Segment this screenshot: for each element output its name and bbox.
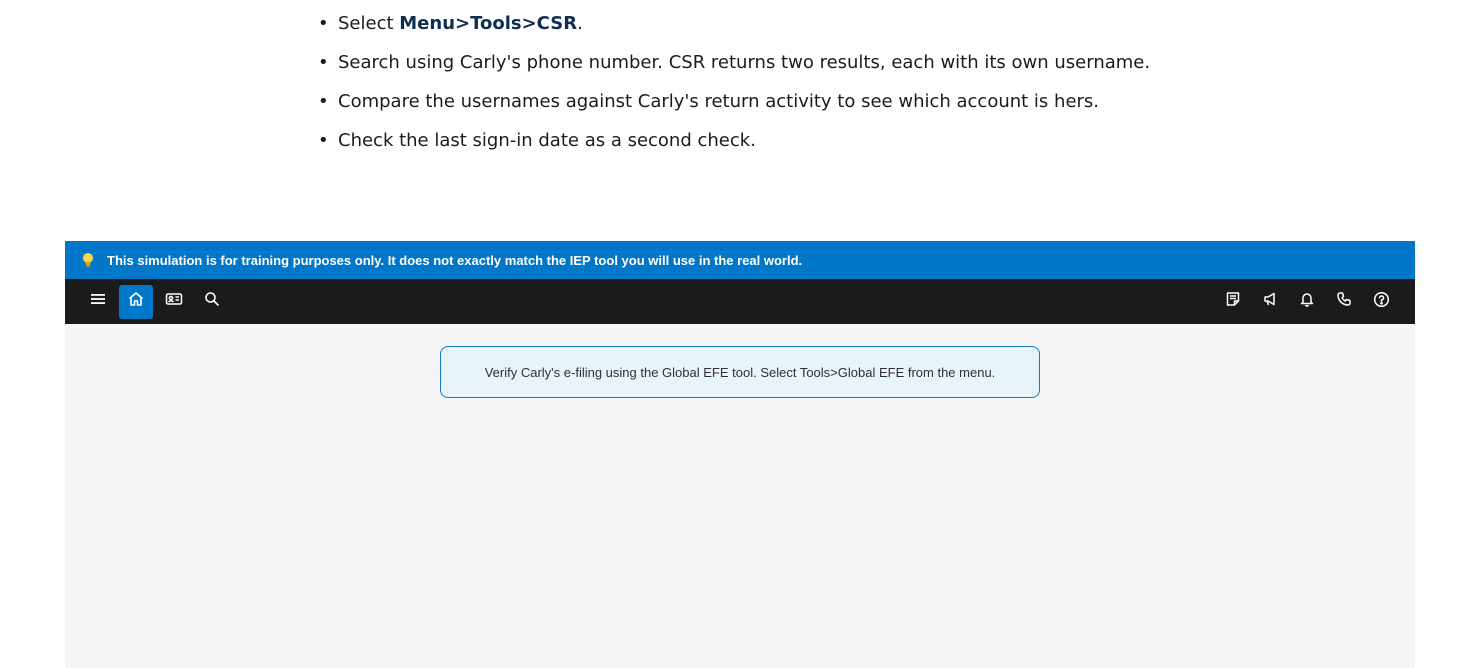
toolbar-left-group	[81, 284, 233, 319]
app-toolbar	[65, 279, 1415, 324]
instruction-list: • Select Menu>Tools>CSR. • Search using …	[316, 6, 1216, 162]
id-card-icon	[165, 292, 183, 311]
instruction-suffix: .	[577, 13, 583, 34]
announcement-button[interactable]	[1253, 285, 1287, 319]
instruction-item: • Check the last sign-in date as a secon…	[318, 130, 756, 151]
instruction-text: Search using Carly's phone number. CSR r…	[338, 52, 1151, 73]
home-button[interactable]	[119, 284, 153, 319]
task-message-text: Verify Carly's e-filing using the Global…	[484, 364, 996, 380]
notes-icon	[1225, 291, 1241, 312]
bell-icon	[1299, 291, 1315, 312]
instruction-item: • Compare the usernames against Carly's …	[318, 91, 1100, 112]
search-icon	[204, 291, 220, 312]
toolbar-right-group	[1216, 285, 1401, 319]
home-icon	[127, 290, 145, 313]
instructions-panel: • Select Menu>Tools>CSR. • Search using …	[316, 6, 1216, 162]
phone-icon	[1336, 291, 1352, 312]
instruction-text: Select	[338, 13, 400, 34]
help-icon	[1373, 291, 1390, 313]
notes-button[interactable]	[1216, 285, 1250, 319]
simulation-window: This simulation is for training purposes…	[65, 241, 1415, 668]
instruction-text: Check the last sign-in date as a second …	[338, 130, 756, 151]
instruction-item: • Select Menu>Tools>CSR.	[318, 13, 583, 34]
instruction-text: Compare the usernames against Carly's re…	[338, 91, 1100, 112]
instruction-menu-path: Menu>Tools>CSR	[399, 13, 578, 34]
menu-icon	[90, 292, 106, 311]
phone-button[interactable]	[1327, 285, 1361, 319]
announcement-icon	[1262, 291, 1278, 312]
lightbulb-icon	[81, 252, 107, 268]
help-button[interactable]	[1364, 285, 1398, 319]
banner-text: This simulation is for training purposes…	[107, 252, 803, 268]
task-message: Verify Carly's e-filing using the Global…	[440, 346, 1040, 398]
notifications-button[interactable]	[1290, 285, 1324, 319]
training-banner: This simulation is for training purposes…	[65, 241, 1415, 279]
instruction-item: • Search using Carly's phone number. CSR…	[318, 52, 1151, 73]
search-button[interactable]	[195, 285, 229, 319]
main-content: Verify Carly's e-filing using the Global…	[65, 324, 1415, 668]
id-card-button[interactable]	[157, 285, 191, 319]
menu-button[interactable]	[81, 285, 115, 319]
